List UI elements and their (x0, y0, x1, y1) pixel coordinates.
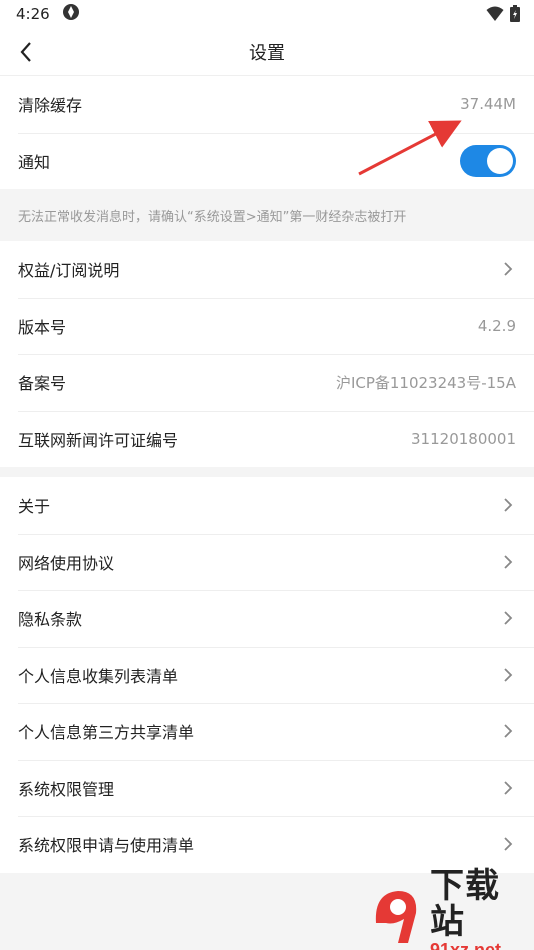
back-arrow-icon (20, 42, 31, 62)
wifi-icon (486, 6, 504, 26)
settings-row-label: 个人信息收集列表清单 (18, 666, 179, 686)
notification-hint: 无法正常收发消息时，请确认“系统设置>通知”第一财经杂志被打开 (0, 189, 534, 241)
toggle-knob (487, 147, 513, 174)
settings-row-value: 沪ICP备11023243号-15A (335, 373, 516, 392)
watermark-url: 91xz.net (430, 940, 502, 950)
settings-group-cache: 清除缓存 37.44M 通知 (0, 76, 534, 189)
status-time: 4:26 (16, 5, 50, 23)
app-header: 设置 (0, 28, 534, 76)
settings-row[interactable]: 备案号 沪ICP备11023243号-15A (0, 354, 534, 411)
site-watermark: 下载站 91xz.net (368, 868, 528, 950)
notification-toggle[interactable] (460, 144, 516, 177)
settings-row-label: 关于 (18, 497, 51, 517)
settings-row-label: 隐私条款 (18, 610, 83, 630)
settings-row-label: 互联网新闻许可证编号 (18, 430, 179, 450)
settings-row-value: 31120180001 (411, 429, 516, 448)
settings-row-label: 备案号 (18, 374, 67, 394)
settings-row[interactable]: 版本号 4.2.9 (0, 297, 534, 355)
notification-row: 通知 (0, 132, 534, 190)
chevron-right-icon (500, 554, 516, 570)
chevron-right-icon (500, 667, 516, 683)
chevron-right-icon (500, 610, 516, 626)
back-button[interactable] (12, 38, 40, 66)
app-status-icon (62, 3, 80, 25)
settings-row-label: 个人信息第三方共享清单 (18, 723, 195, 743)
settings-row-value: 4.2.9 (477, 316, 516, 335)
clear-cache-label: 清除缓存 (18, 96, 83, 116)
page-title: 设置 (249, 42, 285, 64)
chevron-right-icon (500, 836, 516, 852)
status-bar: 4:26 (0, 0, 534, 28)
notification-label: 通知 (18, 152, 51, 172)
chevron-right-icon (500, 780, 516, 796)
settings-row[interactable]: 关于 (0, 477, 534, 534)
settings-row[interactable]: 个人信息收集列表清单 (0, 646, 534, 704)
chevron-right-icon (500, 723, 516, 739)
settings-row-label: 系统权限管理 (18, 779, 115, 799)
settings-row[interactable]: 个人信息第三方共享清单 (0, 703, 534, 760)
settings-row[interactable]: 系统权限申请与使用清单 (0, 816, 534, 873)
chevron-right-icon (500, 261, 516, 277)
settings-group-info: 权益/订阅说明 版本号 4.2.9 备案号 沪ICP备11023243号-15A 互联网新… (0, 241, 534, 467)
watermark-title: 下载站 (430, 866, 500, 942)
settings-group-legal: 关于网络使用协议 隐私条款个人信息收集列表清单 个人信息第三方共享清单 系统权限管理系… (0, 477, 534, 873)
section-divider (0, 467, 534, 477)
watermark-logo (368, 883, 426, 945)
clear-cache-row[interactable]: 清除缓存 37.44M (0, 76, 534, 133)
settings-row-label: 权益/订阅说明 (18, 261, 120, 281)
settings-row[interactable]: 权益/订阅说明 (0, 241, 534, 298)
settings-row[interactable]: 系统权限管理 (0, 759, 534, 817)
settings-row-label: 版本号 (18, 317, 67, 337)
cache-size-value: 37.44M (460, 95, 516, 114)
settings-row-label: 网络使用协议 (18, 553, 115, 573)
settings-row[interactable]: 互联网新闻许可证编号 31120180001 (0, 410, 534, 468)
battery-icon (510, 5, 520, 26)
settings-row[interactable]: 隐私条款 (0, 590, 534, 647)
settings-row[interactable]: 网络使用协议 (0, 533, 534, 591)
chevron-right-icon (500, 497, 516, 513)
settings-row-label: 系统权限申请与使用清单 (18, 836, 195, 856)
